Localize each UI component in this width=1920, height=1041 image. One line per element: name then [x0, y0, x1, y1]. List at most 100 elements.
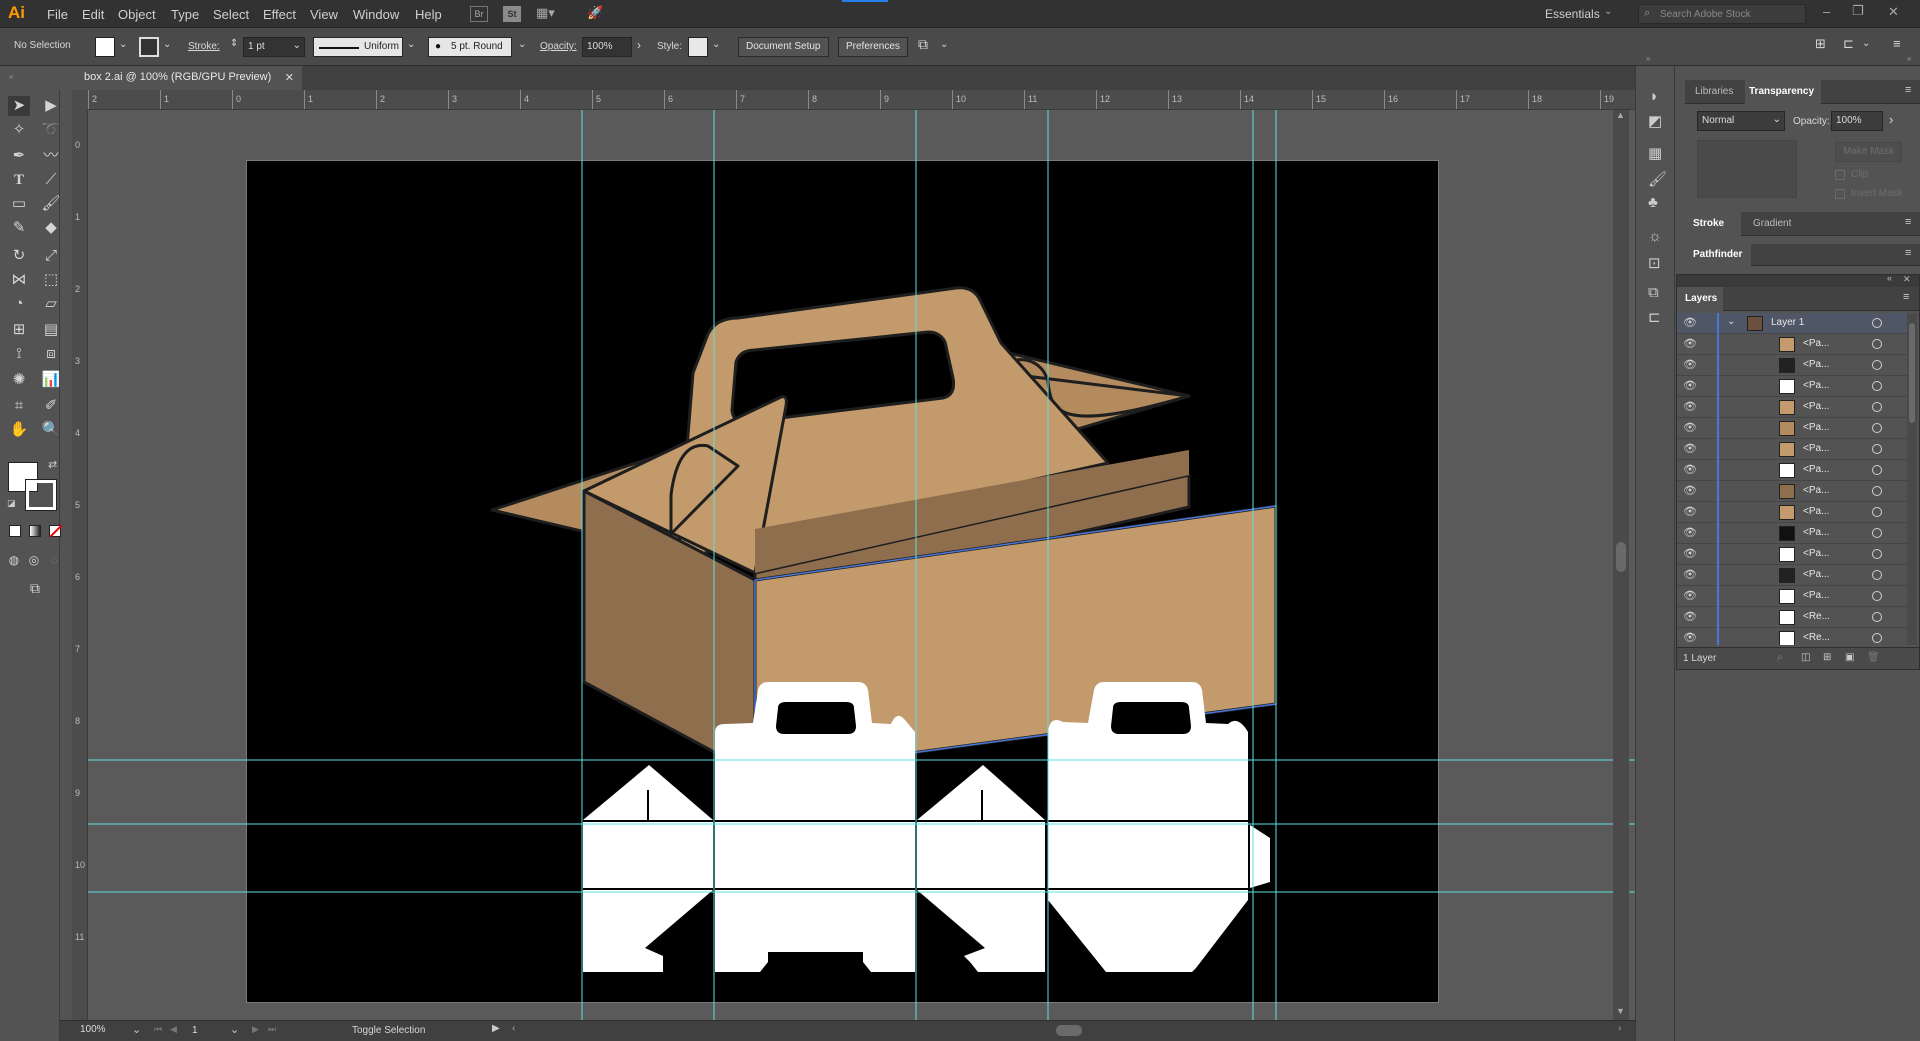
- chevron-down-icon[interactable]: ⌄: [163, 39, 171, 50]
- delete-layer-icon[interactable]: 🗑: [1867, 652, 1880, 663]
- collapse-arrows-icon[interactable]: «: [9, 72, 13, 81]
- slice-tool-icon[interactable]: ✐: [40, 396, 62, 416]
- perspective-grid-tool-icon[interactable]: ▱: [40, 294, 62, 314]
- tab-gradient[interactable]: Gradient: [1753, 218, 1791, 229]
- draw-inside-icon[interactable]: ◌: [43, 550, 65, 570]
- target-circle-icon[interactable]: [1872, 360, 1882, 370]
- chevron-down-icon[interactable]: ⌄: [712, 39, 720, 50]
- chevron-down-icon[interactable]: ⌄: [230, 1023, 239, 1036]
- sublayer-row[interactable]: 👁 <Pa...: [1677, 460, 1907, 481]
- sublayer-row[interactable]: 👁 <Pa...: [1677, 439, 1907, 460]
- next-artboard-icon[interactable]: ▶: [252, 1024, 259, 1035]
- sublayer-row[interactable]: 👁 <Pa...: [1677, 418, 1907, 439]
- preferences-button[interactable]: Preferences: [838, 37, 908, 57]
- swatches-panel-icon[interactable]: ▦: [1648, 144, 1662, 162]
- document-tab[interactable]: box 2.ai @ 100% (RGB/GPU Preview) ✕: [60, 66, 302, 90]
- vertical-scrollbar[interactable]: ▲ ▼: [1613, 110, 1629, 1020]
- canvas[interactable]: ▲ ▼: [88, 110, 1635, 1020]
- symbol-sprayer-tool-icon[interactable]: ✺: [8, 370, 30, 390]
- collapse-arrows-icon[interactable]: «: [1887, 273, 1892, 283]
- artboards-panel-icon[interactable]: ⧉: [1648, 284, 1659, 301]
- sublayer-row[interactable]: 👁 <Pa...: [1677, 334, 1907, 355]
- new-sublayer-icon[interactable]: ⊞: [1823, 652, 1831, 663]
- sublayer-row[interactable]: 👁 <Pa...: [1677, 544, 1907, 565]
- vertical-ruler[interactable]: 0 1 2 3 4 5 6 7 8 9 10 11: [72, 110, 88, 1020]
- paintbrush-tool-icon[interactable]: 🖌: [40, 194, 62, 214]
- horizontal-scroll-thumb[interactable]: [1056, 1025, 1082, 1036]
- chevron-right-icon[interactable]: ›: [1889, 112, 1893, 127]
- visibility-eye-icon[interactable]: 👁: [1683, 442, 1697, 456]
- rotate-tool-icon[interactable]: ↻: [8, 246, 30, 266]
- target-circle-icon[interactable]: [1872, 465, 1882, 475]
- color-panel-icon[interactable]: ◑: [1648, 88, 1657, 105]
- collapse-arrows-icon[interactable]: »: [1646, 54, 1650, 63]
- line-tool-icon[interactable]: ⟋: [40, 170, 62, 190]
- chevron-down-icon[interactable]: ⌄: [1862, 38, 1870, 49]
- panel-menu-icon[interactable]: ≡: [1905, 216, 1911, 228]
- transparency-opacity-field[interactable]: 100%: [1831, 111, 1883, 131]
- close-window-icon[interactable]: ✕: [1888, 4, 1899, 20]
- target-circle-icon[interactable]: [1872, 528, 1882, 538]
- menu-type[interactable]: Type: [171, 7, 199, 22]
- scroll-right-icon[interactable]: ›: [1618, 1023, 1621, 1034]
- tab-transparency[interactable]: Transparency: [1745, 80, 1821, 104]
- visibility-eye-icon[interactable]: 👁: [1683, 568, 1697, 582]
- appearance-panel-icon[interactable]: ⊡: [1648, 254, 1661, 272]
- gradient-tool-icon[interactable]: ▤: [40, 320, 62, 340]
- color-guide-icon[interactable]: ◩: [1648, 112, 1662, 130]
- target-circle-icon[interactable]: [1872, 549, 1882, 559]
- last-artboard-icon[interactable]: ⏭: [268, 1024, 276, 1035]
- menu-view[interactable]: View: [310, 7, 338, 22]
- target-circle-icon[interactable]: [1872, 318, 1882, 328]
- sublayer-row[interactable]: 👁 <Pa...: [1677, 523, 1907, 544]
- stroke-panel-icon[interactable]: ☼: [1648, 228, 1662, 245]
- brush-definition[interactable]: ● 5 pt. Round: [428, 37, 512, 57]
- color-mode-icon[interactable]: [9, 525, 21, 537]
- target-circle-icon[interactable]: [1872, 612, 1882, 622]
- asset-export-icon[interactable]: ⊏: [1648, 308, 1661, 326]
- align-icon[interactable]: ⊞: [1815, 36, 1826, 52]
- make-clipping-mask-icon[interactable]: ◫: [1801, 652, 1810, 663]
- scroll-down-icon[interactable]: ▼: [1616, 1006, 1625, 1016]
- eraser-tool-icon[interactable]: ◆: [40, 218, 62, 238]
- invert-mask-checkbox[interactable]: [1835, 189, 1845, 199]
- sublayer-row[interactable]: 👁 <Re...: [1677, 607, 1907, 628]
- target-circle-icon[interactable]: [1872, 402, 1882, 412]
- clip-checkbox[interactable]: [1835, 170, 1845, 180]
- shape-builder-tool-icon[interactable]: ◔: [8, 294, 30, 314]
- arrange-documents-icon[interactable]: ▦▾: [536, 5, 555, 21]
- visibility-eye-icon[interactable]: 👁: [1683, 589, 1697, 603]
- eyedropper-tool-icon[interactable]: ⟟: [8, 344, 30, 364]
- type-tool-icon[interactable]: T: [8, 170, 30, 190]
- magic-wand-tool-icon[interactable]: ✧: [8, 120, 30, 140]
- menu-file[interactable]: File: [47, 7, 68, 22]
- target-circle-icon[interactable]: [1872, 633, 1882, 643]
- stroke-swatch[interactable]: [139, 37, 159, 57]
- gpu-performance-icon[interactable]: 🚀: [587, 5, 603, 21]
- stock-icon[interactable]: St: [503, 6, 521, 22]
- free-transform-tool-icon[interactable]: ⬚: [40, 270, 62, 290]
- tab-libraries[interactable]: Libraries: [1695, 86, 1733, 97]
- target-circle-icon[interactable]: [1872, 570, 1882, 580]
- screen-mode-icon[interactable]: ⧉: [24, 578, 46, 598]
- target-circle-icon[interactable]: [1872, 507, 1882, 517]
- panel-menu-icon[interactable]: ≡: [1905, 84, 1911, 96]
- tab-layers[interactable]: Layers: [1677, 287, 1723, 311]
- vertical-scroll-thumb[interactable]: [1616, 542, 1626, 572]
- graphic-style-swatch[interactable]: [688, 37, 708, 57]
- stroke-color-box[interactable]: [25, 479, 57, 511]
- hand-tool-icon[interactable]: ✋: [8, 420, 30, 440]
- visibility-eye-icon[interactable]: 👁: [1683, 358, 1697, 372]
- menu-effect[interactable]: Effect: [263, 7, 296, 22]
- visibility-eye-icon[interactable]: 👁: [1683, 400, 1697, 414]
- artboard-tool-icon[interactable]: ⌗: [8, 396, 30, 416]
- shaper-tool-icon[interactable]: ✎: [8, 218, 30, 238]
- curvature-tool-icon[interactable]: 〰: [40, 146, 62, 166]
- visibility-eye-icon[interactable]: 👁: [1683, 421, 1697, 435]
- blend-mode-select[interactable]: Normal ⌄: [1697, 111, 1785, 131]
- variable-width-profile[interactable]: Uniform: [313, 37, 403, 57]
- sublayer-row[interactable]: 👁 <Pa...: [1677, 481, 1907, 502]
- sublayer-row[interactable]: 👁 <Pa...: [1677, 355, 1907, 376]
- width-tool-icon[interactable]: ⋈: [8, 270, 30, 290]
- target-circle-icon[interactable]: [1872, 591, 1882, 601]
